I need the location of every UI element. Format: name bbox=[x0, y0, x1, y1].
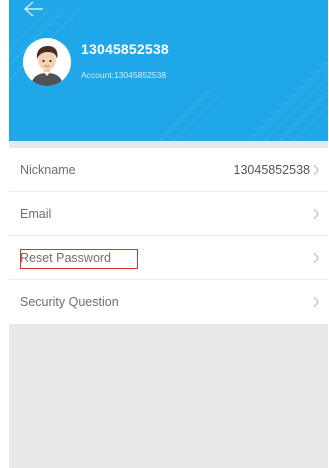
username: 13045852538 bbox=[81, 41, 169, 57]
menu-item-reset-password[interactable]: Reset Password bbox=[9, 236, 328, 280]
profile-header: 13045852538 Account:13045852538 bbox=[9, 0, 328, 141]
settings-list: Nickname 13045852538 Email Reset Passwor… bbox=[9, 148, 328, 324]
chevron-right-icon bbox=[313, 208, 319, 219]
menu-item-security-question[interactable]: Security Question bbox=[9, 280, 328, 324]
chevron-right-icon bbox=[313, 296, 319, 308]
nickname-value: 13045852538 bbox=[233, 162, 310, 177]
app-screen: 13045852538 Account:13045852538 Nickname… bbox=[9, 0, 328, 468]
menu-item-email[interactable]: Email bbox=[9, 192, 328, 236]
menu-item-nickname[interactable]: Nickname 13045852538 bbox=[9, 148, 328, 192]
menu-item-label: Reset Password bbox=[20, 250, 112, 265]
chevron-right-icon bbox=[313, 252, 319, 263]
chevron-right-icon bbox=[313, 164, 319, 175]
avatar-illustration bbox=[23, 38, 71, 86]
menu-item-label: Security Question bbox=[20, 295, 119, 309]
menu-item-label: Email bbox=[20, 206, 52, 221]
account-id: Account:13045852538 bbox=[81, 70, 167, 80]
back-arrow-icon[interactable] bbox=[21, 0, 43, 16]
avatar[interactable] bbox=[23, 38, 71, 86]
menu-item-label: Nickname bbox=[20, 162, 76, 177]
